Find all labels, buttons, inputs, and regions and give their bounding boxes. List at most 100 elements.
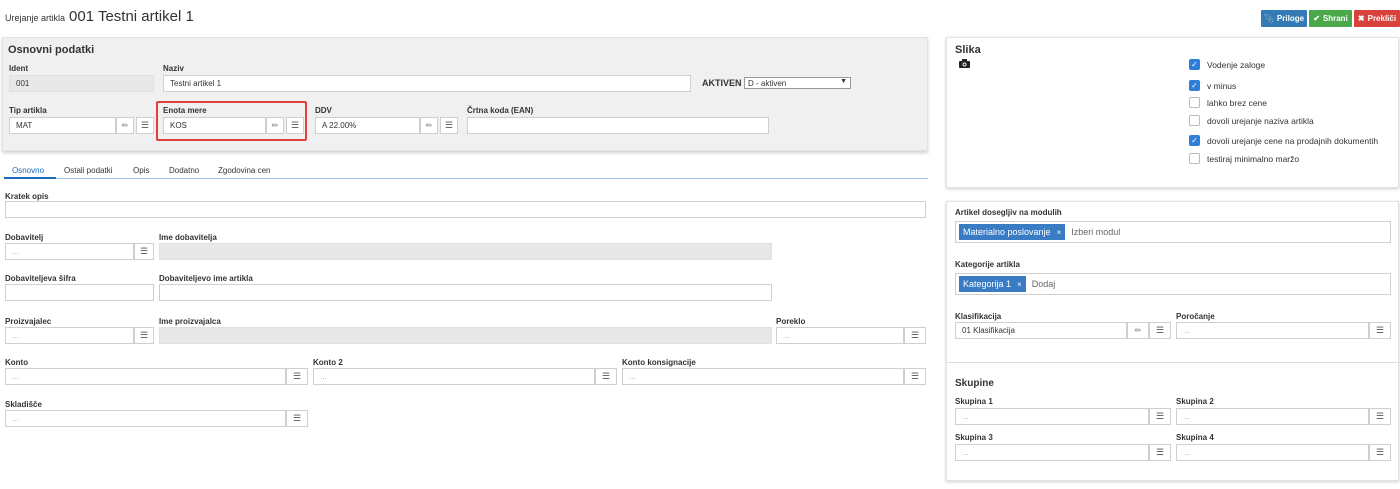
modules-field[interactable]: Materialno poslovanje × Izberi modul <box>955 221 1391 243</box>
classification-list-button[interactable]: ☰ <box>1149 322 1171 339</box>
checkbox-edit-price[interactable]: ✓ <box>1189 135 1200 146</box>
right-details-panel <box>946 201 1399 481</box>
group2-label: Skupina 2 <box>1176 397 1214 406</box>
categories-field[interactable]: Kategorija 1 × Dodaj <box>955 273 1391 295</box>
attachments-button[interactable]: 📎 Priloge <box>1261 10 1307 27</box>
list-icon: ☰ <box>292 371 302 381</box>
unit-list-button[interactable]: ☰ <box>286 117 304 134</box>
short-desc-label: Kratek opis <box>5 192 49 201</box>
consign-list-button[interactable]: ☰ <box>904 368 926 385</box>
checkbox-row-stock[interactable]: ✓ Vodenje zaloge <box>1189 59 1265 70</box>
unit-clear-button[interactable]: ✏ <box>266 117 284 134</box>
type-clear-button[interactable]: ✏ <box>116 117 134 134</box>
group4-label: Skupina 4 <box>1176 433 1214 442</box>
cancel-button[interactable]: ✖ Prekliči <box>1354 10 1400 27</box>
group2-field[interactable]: ... <box>1176 408 1369 425</box>
group4-field[interactable]: ... <box>1176 444 1369 461</box>
supplier-name-label: Ime dobavitelja <box>159 233 217 242</box>
group4-list-button[interactable]: ☰ <box>1369 444 1391 461</box>
vat-list-button[interactable]: ☰ <box>440 117 458 134</box>
warehouse-list-button[interactable]: ☰ <box>286 410 308 427</box>
unit-label: Enota mere <box>163 106 207 115</box>
tab-dodatno[interactable]: Dodatno <box>169 166 199 175</box>
group1-list-button[interactable]: ☰ <box>1149 408 1171 425</box>
origin-field[interactable]: ... <box>776 327 904 344</box>
group1-field[interactable]: ... <box>955 408 1149 425</box>
category-chip[interactable]: Kategorija 1 × <box>959 276 1026 292</box>
save-button[interactable]: ✔ Shrani <box>1309 10 1352 27</box>
camera-icon[interactable] <box>959 59 970 68</box>
classification-field[interactable]: 01 Klasifikacija <box>955 322 1127 339</box>
supplier-list-button[interactable]: ☰ <box>134 243 154 260</box>
checkbox-row-min-margin[interactable]: testiraj minimalno maržo <box>1189 153 1299 164</box>
eraser-icon: ✏ <box>425 121 433 130</box>
list-icon: ☰ <box>910 330 920 340</box>
vat-label: DDV <box>315 106 332 115</box>
group3-field[interactable]: ... <box>955 444 1149 461</box>
short-desc-field[interactable] <box>5 201 926 218</box>
classification-clear-button[interactable]: ✏ <box>1127 322 1149 339</box>
checkbox-no-price[interactable] <box>1189 97 1200 108</box>
list-icon: ☰ <box>910 371 920 381</box>
vat-field[interactable]: A 22.00% <box>315 117 420 134</box>
checkbox-minus[interactable]: ✓ <box>1189 80 1200 91</box>
vat-clear-button[interactable]: ✏ <box>420 117 438 134</box>
checkbox-min-margin[interactable] <box>1189 153 1200 164</box>
reporting-field[interactable]: ... <box>1176 322 1369 339</box>
supplier-item-field[interactable] <box>159 284 772 301</box>
checkbox-row-edit-name[interactable]: dovoli urejanje naziva artikla <box>1189 115 1314 126</box>
image-panel <box>946 37 1399 188</box>
group1-label: Skupina 1 <box>955 397 993 406</box>
checkbox-stock[interactable]: ✓ <box>1189 59 1200 70</box>
close-icon: ✖ <box>1357 14 1365 23</box>
account2-list-button[interactable]: ☰ <box>595 368 617 385</box>
type-field[interactable]: MAT <box>9 117 116 134</box>
unit-field[interactable]: KOS <box>163 117 266 134</box>
origin-list-button[interactable]: ☰ <box>904 327 926 344</box>
checkbox-row-no-price[interactable]: lahko brez cene <box>1189 97 1267 108</box>
active-select-value: D - aktiven <box>748 78 787 88</box>
producer-label: Proizvajalec <box>5 317 52 326</box>
module-placeholder: Izberi modul <box>1071 227 1121 237</box>
producer-field[interactable]: ... <box>5 327 134 344</box>
tab-zgodovina-cen[interactable]: Zgodovina cen <box>218 166 270 175</box>
group3-label: Skupina 3 <box>955 433 993 442</box>
tab-ostali-podatki[interactable]: Ostali podatki <box>64 166 112 175</box>
list-icon: ☰ <box>290 120 300 130</box>
category-placeholder: Dodaj <box>1031 279 1056 289</box>
account-field[interactable]: ... <box>5 368 286 385</box>
group2-list-button[interactable]: ☰ <box>1369 408 1391 425</box>
type-list-button[interactable]: ☰ <box>136 117 154 134</box>
active-select[interactable]: D - aktiven ▼ <box>744 77 851 89</box>
checkbox-row-minus[interactable]: ✓ v minus <box>1189 80 1236 91</box>
producer-name-label: Ime proizvajalca <box>159 317 221 326</box>
warehouse-label: Skladišče <box>5 400 42 409</box>
list-icon: ☰ <box>292 413 302 423</box>
account-list-button[interactable]: ☰ <box>286 368 308 385</box>
name-field[interactable]: Testni artikel 1 <box>163 75 691 92</box>
list-icon: ☰ <box>444 120 454 130</box>
tab-opis[interactable]: Opis <box>133 166 149 175</box>
list-icon: ☰ <box>139 246 149 256</box>
checkbox-min-margin-label: testiraj minimalno maržo <box>1207 153 1300 164</box>
ean-label: Črtna koda (EAN) <box>467 106 534 115</box>
producer-list-button[interactable]: ☰ <box>134 327 154 344</box>
checkbox-row-edit-price[interactable]: ✓ dovoli urejanje cene na prodajnih doku… <box>1189 135 1378 146</box>
module-chip[interactable]: Materialno poslovanje × <box>959 224 1066 240</box>
group3-list-button[interactable]: ☰ <box>1149 444 1171 461</box>
tab-osnovno[interactable]: Osnovno <box>12 166 44 175</box>
reporting-list-button[interactable]: ☰ <box>1369 322 1391 339</box>
checkbox-edit-name[interactable] <box>1189 115 1200 126</box>
image-heading: Slika <box>955 44 981 56</box>
consign-field[interactable]: ... <box>622 368 904 385</box>
remove-icon[interactable]: × <box>1017 280 1022 289</box>
supplier-code-field[interactable] <box>5 284 154 301</box>
warehouse-field[interactable]: ... <box>5 410 286 427</box>
account2-field[interactable]: ... <box>313 368 595 385</box>
modules-label: Artikel dosegljiv na modulih <box>955 208 1062 217</box>
groups-heading: Skupine <box>955 378 994 389</box>
supplier-field[interactable]: ... <box>5 243 134 260</box>
ean-field[interactable] <box>467 117 769 134</box>
list-icon: ☰ <box>1155 325 1165 335</box>
remove-icon[interactable]: × <box>1057 228 1062 237</box>
